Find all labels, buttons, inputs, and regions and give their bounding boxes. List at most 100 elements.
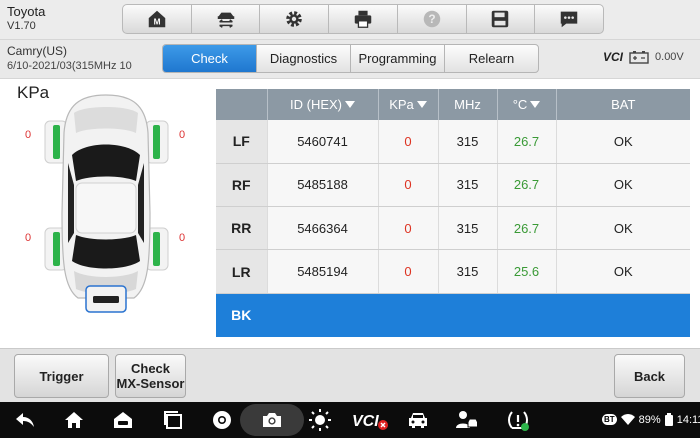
table-row[interactable]: RR 5466364 0 315 26.7 OK: [216, 206, 690, 251]
sensor-id: 5460741: [267, 120, 379, 164]
tab-diagnostics[interactable]: Diagnostics: [257, 45, 351, 72]
clock: 14:11: [676, 413, 700, 426]
sensor-pressure: [378, 293, 439, 338]
col-bat: BAT: [556, 89, 690, 120]
app-version: V1.70: [7, 20, 36, 32]
nav-vehicle-button[interactable]: [405, 407, 431, 433]
row-position: RR: [216, 206, 268, 251]
user-car-icon: [456, 411, 478, 428]
message-icon: [560, 11, 578, 28]
table-header: ID (HEX) KPa MHz °C BAT: [216, 89, 690, 120]
nav-screenshot-button[interactable]: [240, 404, 304, 436]
check-mx-sensor-line1: Check: [130, 361, 171, 376]
trigger-button[interactable]: Trigger: [14, 354, 109, 398]
sensor-table: ID (HEX) KPa MHz °C BAT LF 5460741 0 315…: [216, 89, 690, 338]
save-button[interactable]: [467, 5, 536, 33]
action-bar: Trigger Check MX-Sensor Back: [0, 348, 700, 402]
sensor-temperature: 26.7: [497, 163, 557, 208]
col-id[interactable]: ID (HEX): [267, 89, 379, 120]
tire-lf-pressure: 0: [25, 129, 32, 141]
nav-home-button[interactable]: [61, 407, 87, 433]
col-mhz: MHz: [438, 89, 498, 120]
nav-browser-button[interactable]: [209, 407, 235, 433]
bluetooth-icon: BT: [602, 414, 617, 425]
nav-brightness-button[interactable]: [307, 407, 333, 433]
col-position: [216, 89, 268, 120]
col-kpa[interactable]: KPa: [378, 89, 439, 120]
vehicle-swap-button[interactable]: [192, 5, 261, 33]
vehicle-swap-icon: [217, 12, 234, 28]
sensor-id: [267, 293, 379, 338]
sensor-battery: OK: [556, 206, 690, 251]
battery-icon: [664, 413, 673, 426]
sensor-frequency: 315: [438, 249, 498, 294]
sensor-temperature: 26.7: [497, 206, 557, 251]
check-mx-sensor-line2: MX-Sensor: [116, 376, 185, 391]
app-title: Toyota: [7, 4, 46, 19]
row-position: LF: [216, 120, 268, 164]
main-panel: KPa 0 0 0 0 ID (HEX) KPa MHz °C BAT LF 5…: [0, 78, 700, 348]
sensor-frequency: [438, 293, 498, 338]
tab-programming[interactable]: Programming: [351, 45, 445, 72]
sensor-id: 5485194: [267, 249, 379, 294]
home-icon: [65, 412, 83, 428]
sort-down-icon: [345, 101, 355, 108]
sensor-pressure: 0: [378, 163, 439, 208]
table-row[interactable]: LF 5460741 0 315 26.7 OK: [216, 120, 690, 164]
help-button[interactable]: ?: [398, 5, 467, 33]
sensor-temperature: 26.7: [497, 120, 557, 164]
print-button[interactable]: [329, 5, 398, 33]
tire-lr-pressure: 0: [25, 232, 32, 244]
browser-icon: [213, 411, 231, 429]
print-icon: [354, 10, 372, 28]
nav-back-button[interactable]: [12, 407, 38, 433]
sensor-frequency: 315: [438, 206, 498, 251]
sensor-frequency: 315: [438, 163, 498, 208]
sensor-pressure: 0: [378, 249, 439, 294]
message-button[interactable]: [535, 5, 603, 33]
table-row[interactable]: LR 5485194 0 315 25.6 OK: [216, 249, 690, 294]
settings-button[interactable]: [260, 5, 330, 33]
check-mx-sensor-button[interactable]: Check MX-Sensor: [115, 354, 186, 398]
car-home-icon: [114, 412, 132, 428]
status-area: BT 89% 14:11: [602, 413, 700, 426]
system-navigation-bar: VCI BT 89% 14:11: [0, 402, 700, 438]
table-row-selected[interactable]: BK: [216, 293, 690, 338]
top-bar: Toyota V1.70 M ?: [0, 0, 700, 40]
tab-check[interactable]: Check: [163, 45, 257, 72]
main-toolbar: M ?: [122, 4, 604, 34]
nav-app-home-button[interactable]: [110, 407, 136, 433]
battery-percent: 89%: [638, 413, 661, 426]
nav-tpms-button[interactable]: [505, 407, 531, 433]
row-position: LR: [216, 249, 268, 294]
help-icon: ?: [423, 10, 440, 28]
home-button[interactable]: M: [123, 5, 192, 33]
nav-user-button[interactable]: [454, 407, 480, 433]
recent-apps-icon: [164, 411, 182, 429]
wifi-icon: [620, 413, 635, 425]
sensor-battery: OK: [556, 120, 690, 164]
col-kpa-label: KPa: [389, 97, 414, 112]
sensor-battery: OK: [556, 249, 690, 294]
back-button[interactable]: Back: [614, 354, 685, 398]
row-position: RF: [216, 163, 268, 208]
tire-rr-pressure: 0: [179, 232, 186, 244]
car-icon: [409, 413, 427, 428]
nav-vci-button[interactable]: VCI: [350, 407, 390, 433]
nav-recents-button[interactable]: [160, 407, 186, 433]
brightness-icon: [309, 409, 331, 431]
sensor-id: 5466364: [267, 206, 379, 251]
battery-voltage-icon: [629, 51, 649, 64]
sensor-battery: [556, 293, 690, 338]
vci-logo: VCI: [603, 50, 624, 64]
sensor-frequency: 315: [438, 120, 498, 164]
table-row[interactable]: RF 5485188 0 315 26.7 OK: [216, 163, 690, 208]
camera-icon: [263, 413, 281, 427]
car-diagram: [44, 94, 169, 313]
sensor-pressure: 0: [378, 206, 439, 251]
sensor-temperature: 25.6: [497, 249, 557, 294]
col-temp[interactable]: °C: [497, 89, 557, 120]
tpms-warning-icon: [508, 411, 529, 431]
tire-rf-pressure: 0: [179, 129, 186, 141]
tab-relearn[interactable]: Relearn: [445, 45, 538, 72]
